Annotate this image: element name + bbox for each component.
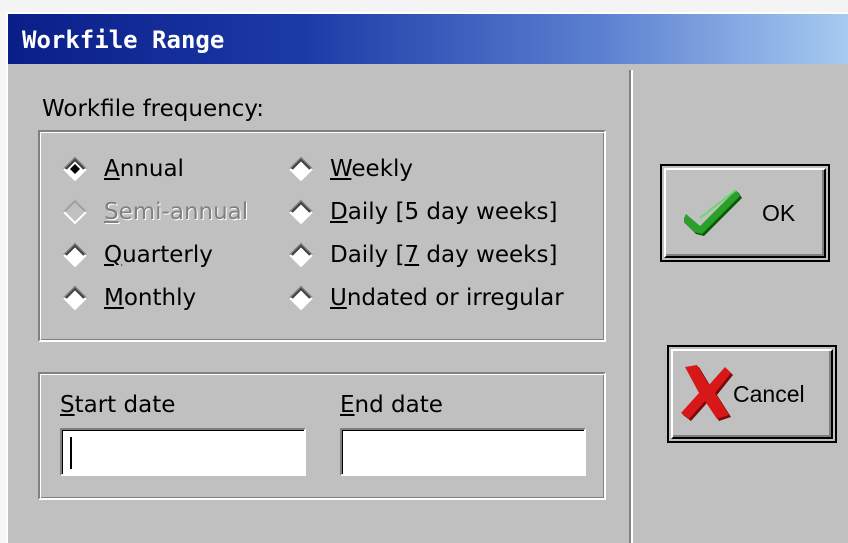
radio-button-icon bbox=[289, 285, 313, 311]
panel-divider-highlight bbox=[631, 70, 633, 543]
radio-button-icon bbox=[63, 242, 87, 268]
end-date-input[interactable] bbox=[345, 433, 589, 471]
checkmark-icon bbox=[684, 189, 742, 236]
radio-label: Annual bbox=[104, 156, 184, 182]
cancel-button-label: Cancel bbox=[733, 381, 805, 407]
end-date-label: End date bbox=[340, 392, 443, 418]
frequency-label: Workfile frequency: bbox=[42, 96, 265, 122]
ok-button-label: OK bbox=[762, 200, 796, 226]
radio-label: Semi-annual bbox=[104, 199, 249, 225]
radio-label: Weekly bbox=[330, 156, 414, 182]
window-title: Workfile Range bbox=[22, 26, 225, 54]
radio-button-icon bbox=[289, 156, 313, 182]
end-date-field[interactable] bbox=[340, 428, 589, 476]
radio-label: Daily [7 day weeks] bbox=[330, 242, 558, 268]
frequency-group: Annual Semi-annual Quarterly Monthly Wee… bbox=[38, 130, 606, 342]
radio-button-icon bbox=[63, 199, 87, 225]
ok-button[interactable]: OK bbox=[664, 168, 826, 258]
radio-label: Undated or irregular bbox=[330, 285, 564, 311]
radio-button-icon bbox=[63, 285, 87, 311]
radio-label: Quarterly bbox=[104, 242, 213, 268]
radio-label: Daily [5 day weeks] bbox=[330, 199, 558, 225]
text-caret bbox=[70, 437, 72, 469]
start-date-label: Start date bbox=[60, 392, 176, 418]
cancel-button[interactable]: Cancel bbox=[671, 349, 833, 439]
x-icon bbox=[681, 365, 733, 421]
start-date-input[interactable] bbox=[65, 433, 309, 471]
radio-button-icon bbox=[63, 156, 87, 182]
start-date-field[interactable] bbox=[60, 428, 309, 476]
title-bar[interactable]: Workfile Range bbox=[8, 14, 848, 64]
radio-button-icon bbox=[289, 242, 313, 268]
radio-button-icon bbox=[289, 199, 313, 225]
radio-label: Monthly bbox=[104, 285, 197, 311]
